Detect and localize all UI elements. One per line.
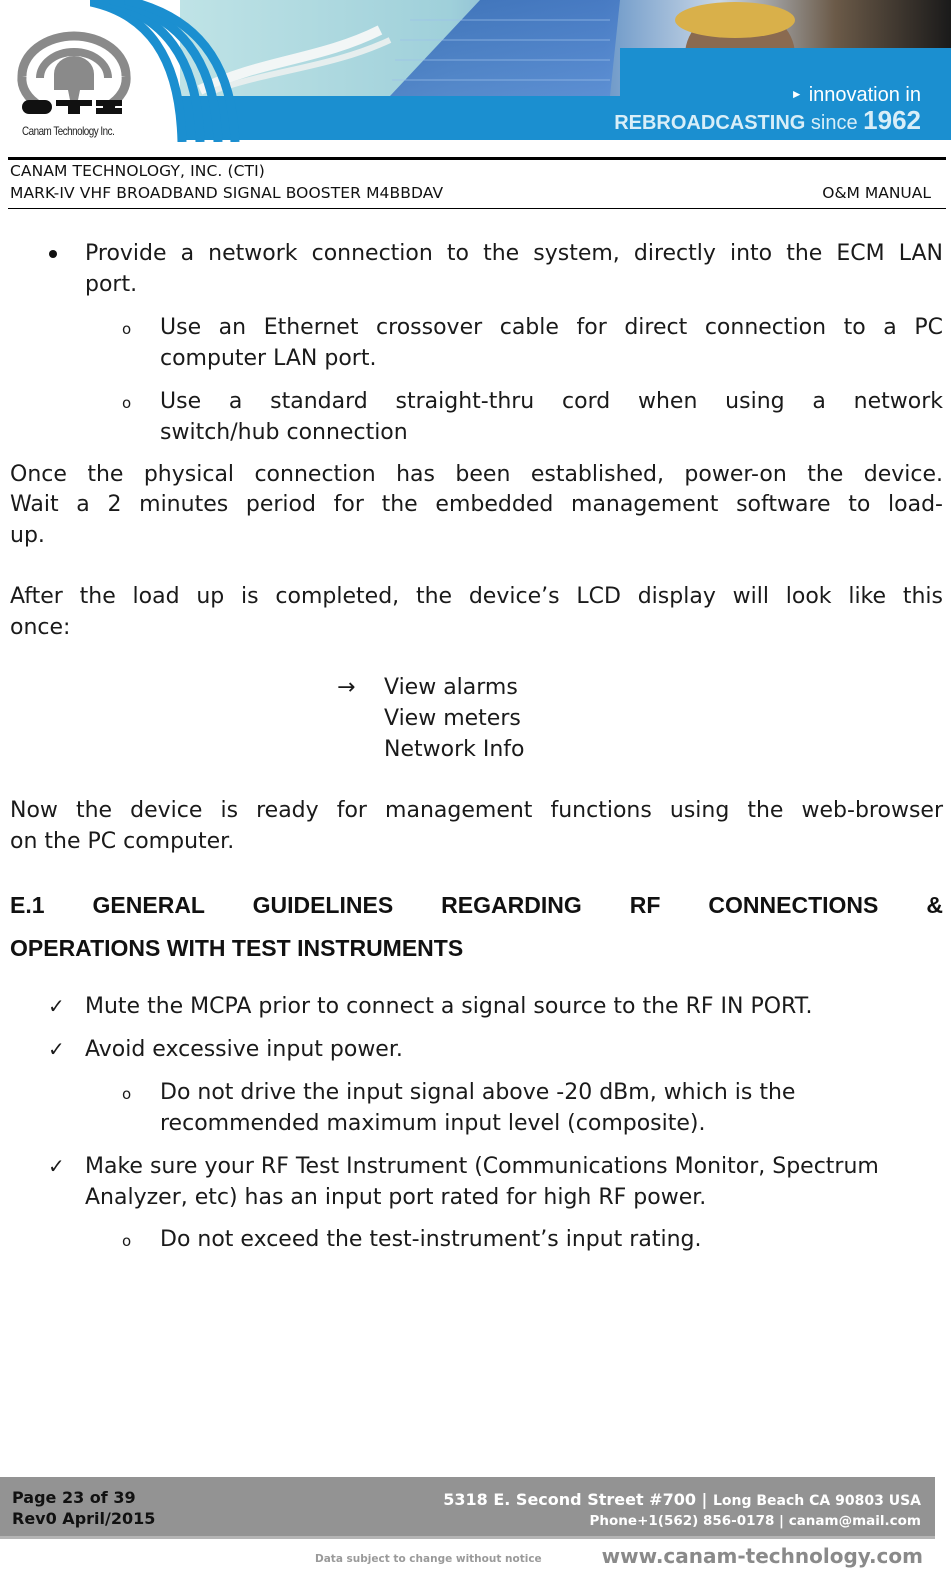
- header-doc-type: O&M MANUAL: [822, 184, 931, 202]
- website-link[interactable]: www.canam-technology.com: [602, 1544, 923, 1568]
- sub1-line2: computer LAN port.: [160, 346, 377, 371]
- header-company: CANAM TECHNOLOGY, INC. (CTI): [10, 162, 265, 180]
- address-street: 5318 E. Second Street #700 |: [443, 1490, 708, 1509]
- para1-line1: Once the physical connection has been es…: [10, 462, 943, 487]
- footer-page-info: Page 23 of 39 Rev0 April/2015: [12, 1487, 155, 1529]
- tagline-line1: innovation in: [808, 84, 921, 106]
- header-rule-bottom: [8, 208, 946, 209]
- address-city: Long Beach CA 90803 USA: [712, 1493, 921, 1509]
- para1-line2: Wait a 2 minutes period for the embedded…: [10, 492, 943, 517]
- banner-arcs-decoration: [90, 0, 240, 142]
- revision: Rev0 April/2015: [12, 1509, 156, 1528]
- para1-line3: up.: [10, 523, 45, 548]
- circle-bullet-icon: o: [122, 1085, 132, 1103]
- section-heading-line1: E.1 GENERAL GUIDELINES REGARDING RF CONN…: [10, 892, 943, 918]
- para2-line1: After the load up is completed, the devi…: [10, 584, 943, 609]
- bullet1-line1: Provide a network connection to the syst…: [85, 241, 943, 266]
- circle-bullet-icon: o: [122, 394, 132, 412]
- para2-line2: once:: [10, 615, 71, 640]
- para3-line2: on the PC computer.: [10, 829, 235, 854]
- circle-bullet-icon: o: [122, 1232, 132, 1250]
- circle-bullet-icon: o: [122, 320, 132, 338]
- change-notice: Data subject to change without notice: [315, 1553, 542, 1565]
- bullet-icon: [49, 250, 57, 258]
- page-number: Page 23 of 39: [12, 1488, 136, 1507]
- lcd-item-network-info: Network Info: [384, 737, 525, 762]
- check3-line2: Analyzer, etc) has an input port rated f…: [85, 1185, 707, 1210]
- header-product: MARK-IV VHF BROADBAND SIGNAL BOOSTER M4B…: [10, 184, 444, 202]
- tagline-bold: REBROADCASTING: [614, 112, 806, 134]
- checkmark-icon: ✓: [48, 1037, 65, 1061]
- tagline-year: 1962: [863, 105, 921, 135]
- check1-line1: Mute the MCPA prior to connect a signal …: [85, 994, 813, 1019]
- lcd-arrow-icon: →: [337, 675, 356, 700]
- bullet1-line2: port.: [85, 272, 138, 297]
- checkmark-icon: ✓: [48, 994, 65, 1018]
- sub2-line2: switch/hub connection: [160, 420, 408, 445]
- check2-sub-line1: Do not drive the input signal above -20 …: [160, 1080, 796, 1105]
- lcd-item-view-meters: View meters: [384, 706, 521, 731]
- sub2-line1: Use a standard straight-thru cord when u…: [160, 389, 943, 414]
- contact-info: Phone+1(562) 856-0178 | canam@mail.com: [589, 1513, 921, 1529]
- check3-sub-line1: Do not exceed the test-instrument’s inpu…: [160, 1227, 702, 1252]
- header-rule-top: [8, 157, 946, 160]
- banner-tagline: ► innovation in REBROADCASTING since 1962: [614, 82, 921, 136]
- header-banner: Canam Technology Inc. ► innovation in RE…: [0, 0, 951, 142]
- sub1-line1: Use an Ethernet crossover cable for dire…: [160, 315, 943, 340]
- check3-line1: Make sure your RF Test Instrument (Commu…: [85, 1154, 879, 1179]
- section-heading-line2: OPERATIONS WITH TEST INSTRUMENTS: [10, 935, 464, 961]
- play-arrow-icon: ►: [790, 87, 803, 101]
- check2-line1: Avoid excessive input power.: [85, 1037, 403, 1062]
- para3-line1: Now the device is ready for management f…: [10, 798, 943, 823]
- checkmark-icon: ✓: [48, 1154, 65, 1178]
- lcd-item-view-alarms: View alarms: [384, 675, 518, 700]
- check2-sub-line2: recommended maximum input level (composi…: [160, 1111, 706, 1136]
- tagline-since: since: [810, 112, 858, 134]
- footer-address: 5318 E. Second Street #700 | Long Beach …: [443, 1490, 921, 1531]
